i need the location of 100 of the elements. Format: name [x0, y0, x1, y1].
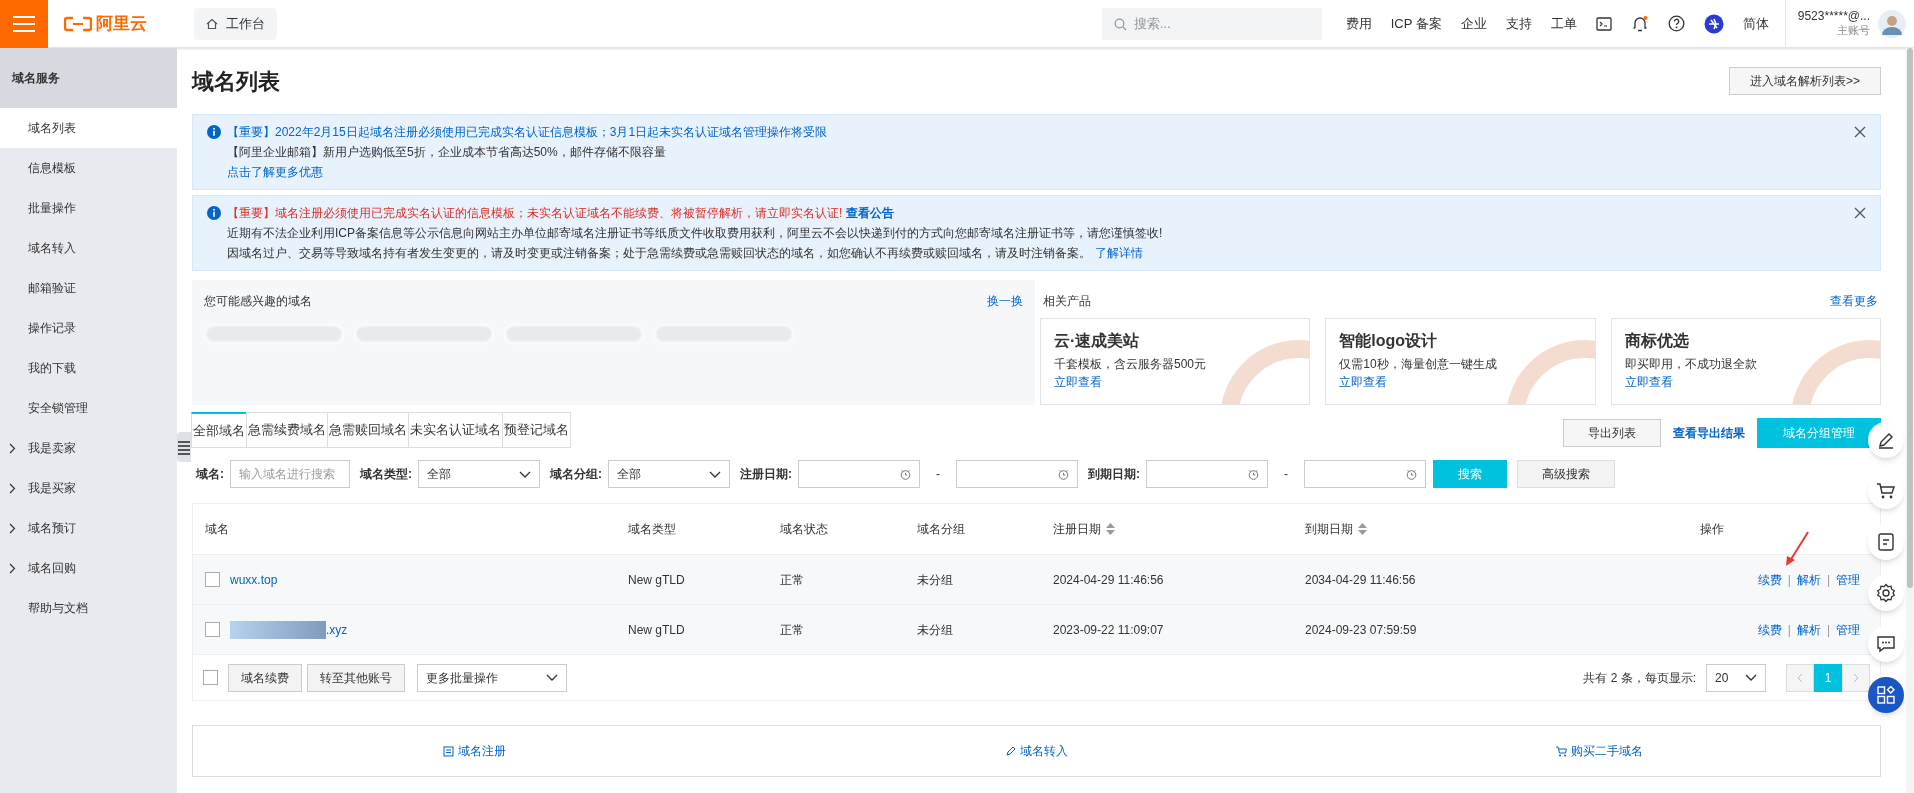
page-title: 域名列表 [192, 67, 280, 96]
table-cell: New gTLD [628, 622, 685, 637]
range-dash: - [936, 466, 940, 483]
sidebar-item[interactable]: 信息模板 [0, 148, 177, 188]
column-header: 域名分组 [917, 521, 965, 538]
table-cell: 2034-04-29 11:46:56 [1305, 572, 1416, 587]
refresh-link[interactable]: 换一换 [987, 292, 1023, 310]
transfer-button[interactable]: 转至其他账号 [307, 663, 405, 692]
action-link[interactable]: 续费 [1757, 620, 1782, 639]
column-header: 域名状态 [780, 521, 828, 538]
filter-label: 到期日期: [1088, 466, 1140, 483]
filter-label: 域名分组: [550, 466, 602, 483]
column-header: 域名类型 [628, 521, 676, 538]
separator: | [1787, 621, 1791, 639]
action-link[interactable]: 管理 [1836, 570, 1860, 589]
table-cell: 2024-04-29 11:46:56 [1053, 572, 1164, 587]
product-link[interactable]: 立即查看 [1339, 373, 1582, 391]
sidebar-item[interactable]: 安全锁管理 [0, 388, 177, 428]
nav-link[interactable]: 费用 [1345, 13, 1372, 34]
filter-label: 域名: [196, 466, 224, 483]
column-header[interactable]: 注册日期 [1053, 520, 1116, 538]
footer-link[interactable]: 购买二手域名 [1554, 742, 1643, 760]
separator: | [1787, 571, 1791, 589]
nav-link[interactable]: 企业 [1460, 13, 1487, 34]
pagination-summary: 共有 2 条，每页显示: [1583, 669, 1696, 687]
advanced-search-button[interactable]: 高级搜索 [1517, 460, 1615, 488]
sidebar-item[interactable]: 邮箱验证 [0, 268, 177, 308]
table-cell: 未分组 [917, 572, 953, 587]
notice-link[interactable]: 点击了解更多优惠 [227, 165, 323, 179]
notice-text: 近期有不法企业利用ICP备案信息等公示信息向网站主办单位邮寄域名注册证书等纸质文件收取费用获利，阿里云不会以快递到付的方式向您邮寄域名注册证书等，请您谨慎签收! [227, 226, 1163, 240]
notice-text: 【重要】域名注册必须使用已完成实名认证的信息模板；未实名认证域名不能续费、将被暂停解析，请立即实名认证! [227, 206, 843, 220]
tab[interactable]: 预登记域名 [502, 412, 571, 448]
table-cell: 2024-09-23 07:59:59 [1305, 622, 1417, 637]
action-link[interactable]: 续费 [1757, 570, 1782, 589]
tab[interactable]: 急需赎回域名 [327, 412, 409, 448]
domain-search-field[interactable]: 输入域名进行搜索 [230, 460, 350, 488]
product-name: 商标优选 [1624, 331, 1690, 351]
sidebar-title: 域名服务 [12, 70, 60, 87]
notice-text: 【阿里企业邮箱】新用户选购低至5折，企业成本节省高达50%，邮件存储不限容量 [227, 145, 666, 159]
search-field[interactable]: 搜索... [1101, 7, 1322, 40]
separator: | [1826, 571, 1830, 589]
action-link[interactable]: 解析 [1796, 620, 1821, 639]
table-cell: 正常 [780, 622, 804, 637]
panel-title: 您可能感兴趣的域名 [204, 293, 312, 310]
filter-label: 注册日期: [740, 466, 792, 483]
column-header: 操作 [1700, 521, 1724, 538]
notice-link[interactable]: 了解详情 [1095, 246, 1143, 260]
sidebar-item[interactable]: 我的下载 [0, 348, 177, 388]
product-description: 千套模板，含云服务器500元 [1054, 356, 1208, 373]
notice-link[interactable]: 查看公告 [846, 206, 895, 220]
product-name: 智能logo设计 [1339, 331, 1439, 351]
panel-title: 相关产品 [1043, 293, 1091, 310]
domain-link[interactable]: wuxx.top [230, 570, 278, 589]
account-name[interactable]: 9523*****@... [1797, 9, 1870, 25]
product-link[interactable]: 立即查看 [1624, 373, 1867, 391]
table-cell: 未分组 [917, 622, 953, 637]
page-size-dropdown[interactable]: 20 [1706, 663, 1766, 692]
filter-label: 域名类型: [360, 466, 412, 483]
tab[interactable]: 急需续费域名 [246, 412, 328, 448]
product-link[interactable]: 立即查看 [1054, 373, 1297, 391]
notice-text: 【重要】2022年2月15日起域名注册必须使用已完成实名认证信息模板；3月1日起未实名认证域名管理操作将受限 [227, 125, 828, 139]
column-header[interactable]: 到期日期 [1305, 520, 1368, 538]
sidebar-item[interactable]: 域名预订 [0, 508, 177, 548]
footer-link[interactable]: 域名注册 [442, 742, 506, 760]
footer-link[interactable]: 域名转入 [1005, 742, 1068, 760]
domain-link[interactable]: .xyz [326, 620, 348, 639]
export-list-button[interactable]: 导出列表 [1563, 419, 1661, 447]
sidebar-item[interactable]: 域名回购 [0, 548, 177, 588]
sidebar-item[interactable]: 批量操作 [0, 188, 177, 228]
tab[interactable]: 全部域名 [191, 412, 247, 448]
view-more-link[interactable]: 查看更多 [1830, 292, 1878, 310]
dropdown[interactable]: 全部 [608, 460, 730, 488]
nav-link[interactable]: 工单 [1550, 13, 1577, 34]
sidebar-item[interactable]: 域名转入 [0, 228, 177, 268]
range-dash: - [1284, 466, 1288, 483]
bulk-renew-button[interactable]: 域名续费 [228, 663, 302, 692]
view-export-link[interactable]: 查看导出结果 [1673, 424, 1745, 442]
account-role: 主账号 [1837, 24, 1870, 38]
tab[interactable]: 未实名认证域名 [408, 412, 503, 448]
brand-logo-text: 阿里云 [96, 12, 147, 35]
table-cell: 正常 [780, 572, 804, 587]
nav-link[interactable]: ICP 备案 [1390, 13, 1442, 34]
sidebar-item[interactable]: 我是买家 [0, 468, 177, 508]
action-link[interactable]: 管理 [1836, 620, 1860, 639]
sidebar-item[interactable]: 帮助与文档 [0, 588, 177, 628]
action-link[interactable]: 解析 [1796, 570, 1821, 589]
nav-link[interactable]: 支持 [1505, 13, 1532, 34]
dns-list-button[interactable]: 进入域名解析列表>> [1729, 67, 1881, 95]
language-link[interactable]: 简体 [1742, 13, 1769, 34]
sidebar-item[interactable]: 域名列表 [0, 108, 177, 148]
workbench-button[interactable]: 工作台 [194, 7, 277, 40]
dropdown[interactable]: 全部 [418, 460, 540, 488]
separator: | [1826, 621, 1830, 639]
notice-text: 因域名过户、交易等导致域名持有者发生变更的，请及时变更或注销备案；处于急需续费或急需赎回状态的域名，如您确认不再续费或赎回域名，请及时注销备案。 [227, 246, 1091, 260]
sidebar-item[interactable]: 操作记录 [0, 308, 177, 348]
table-cell: New gTLD [628, 572, 685, 587]
table-cell: 2023-09-22 11:09:07 [1053, 622, 1164, 637]
bulk-actions-dropdown[interactable]: 更多批量操作 [417, 663, 567, 692]
product-name: 云·速成美站 [1054, 331, 1141, 351]
sidebar-item[interactable]: 我是卖家 [0, 428, 177, 468]
